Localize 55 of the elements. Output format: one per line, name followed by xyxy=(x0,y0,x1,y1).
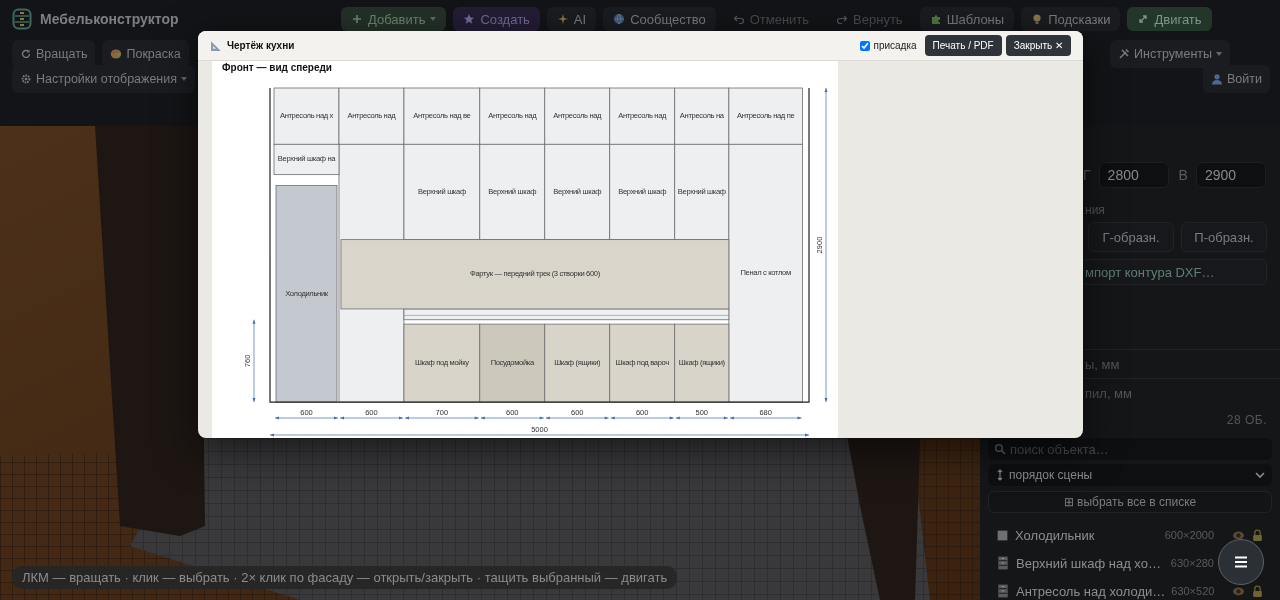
cabinet-icon xyxy=(996,556,1010,570)
object-list-item[interactable]: Холодильник 600×2000 xyxy=(988,521,1272,549)
menu-button[interactable] xyxy=(1218,539,1264,585)
templates-button[interactable]: Шаблоны xyxy=(919,7,1015,31)
tools-button[interactable]: Инструменты xyxy=(1110,39,1230,68)
select-all-button[interactable]: ⊞ выбрать все в списке xyxy=(988,491,1272,513)
rotate-button[interactable]: Вращать xyxy=(12,39,96,68)
login-button[interactable]: Войти xyxy=(1203,65,1270,93)
settings-icon xyxy=(20,73,32,85)
paint-button[interactable]: Покраска xyxy=(102,39,189,68)
drawing-title: Фронт — вид спереди xyxy=(222,61,333,75)
community-button[interactable]: Сообщество xyxy=(603,7,716,31)
room-shape-button[interactable]: Г-образн. xyxy=(1088,222,1174,252)
length-input[interactable]: 2800 xyxy=(1098,162,1169,188)
close-button[interactable]: Закрыть ✕ xyxy=(1005,35,1071,56)
room-shape-button[interactable]: П-образн. xyxy=(1181,222,1267,252)
drilling-checkbox[interactable] xyxy=(860,40,871,51)
search-icon xyxy=(994,443,1006,455)
object-count: 28 ОБ. xyxy=(1226,413,1267,427)
section-header[interactable]: пил, мм xyxy=(1085,385,1132,401)
import-button[interactable]: мпорт контура DXF… xyxy=(1083,259,1267,285)
add-button[interactable]: Добавить xyxy=(341,7,447,31)
sort-dropdown[interactable]: порядок сцены xyxy=(988,464,1272,486)
caret-icon xyxy=(430,17,437,21)
object-list-item[interactable]: Антресоль над холоди… 630×520 xyxy=(988,577,1272,600)
move-button[interactable]: Двигать xyxy=(1127,7,1212,31)
lock-icon xyxy=(1251,584,1265,598)
menu-icon xyxy=(1234,556,1248,568)
settings-button[interactable]: Настройки отображения xyxy=(12,65,195,93)
caret-icon xyxy=(181,77,187,81)
lock-icon xyxy=(1251,528,1264,542)
add-icon xyxy=(351,13,363,25)
hints-button[interactable]: Подсказки xyxy=(1021,7,1121,31)
square-icon xyxy=(996,528,1009,542)
controls-hint: ЛКМ — вращать · клик — выбрать · 2× клик по фасаду — открыть/закрыть · тащить выбранный — двигать xyxy=(12,566,678,589)
dialog-title: Чертёж кухни xyxy=(227,40,295,51)
ruler-icon xyxy=(210,39,223,52)
ai-button[interactable]: AI xyxy=(546,7,597,31)
section-label: ния xyxy=(1085,203,1105,217)
redo-icon xyxy=(836,13,849,25)
logo-icon xyxy=(12,8,32,30)
print-button[interactable]: Печать / PDF xyxy=(924,35,1002,56)
caret-icon xyxy=(1216,51,1222,56)
rotate-icon xyxy=(20,47,32,60)
checkbox-label: присадка xyxy=(873,40,917,51)
user-icon xyxy=(1211,73,1223,85)
move-icon xyxy=(1137,13,1150,25)
chevron-icon xyxy=(1254,469,1266,481)
undo-icon xyxy=(732,13,745,25)
app-title: Мебельконструктор xyxy=(40,11,179,27)
tools-icon xyxy=(1118,47,1131,60)
height-label: В xyxy=(1178,167,1188,183)
create-button[interactable]: Создать xyxy=(453,7,540,31)
height-input[interactable]: 2900 xyxy=(1195,162,1266,188)
cabinet-icon xyxy=(996,584,1010,598)
